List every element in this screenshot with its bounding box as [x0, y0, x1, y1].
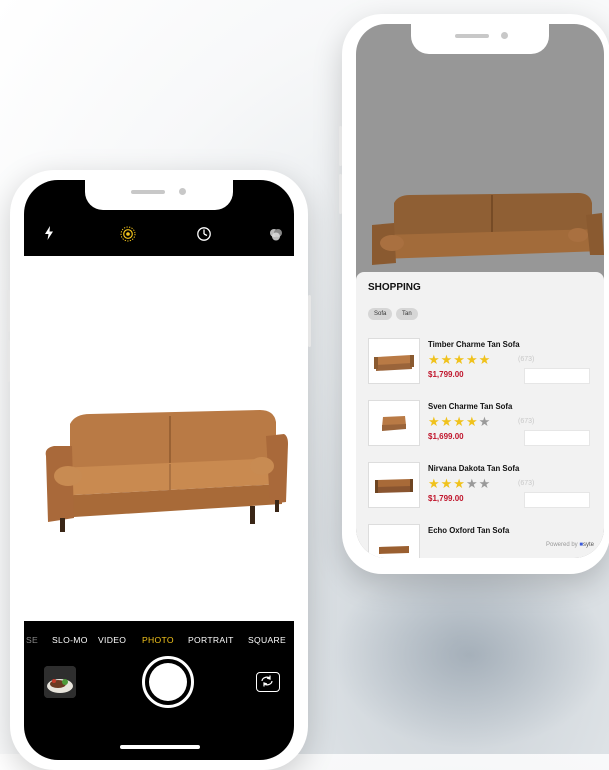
camera-phone: SE SLO-MO VIDEO PHOTO PORTRAIT SQUARE: [7, 170, 311, 770]
camera-mode-selector: SE SLO-MO VIDEO PHOTO PORTRAIT SQUARE: [24, 635, 294, 655]
filters-icon[interactable]: [268, 226, 284, 245]
camera-screen: SE SLO-MO VIDEO PHOTO PORTRAIT SQUARE: [24, 180, 294, 760]
product-price: $1,699.00: [428, 432, 464, 441]
product-thumbnail[interactable]: [368, 524, 420, 558]
product-item[interactable]: Timber Charme Tan Sofa ★★★★★ (673) $1,79…: [368, 338, 598, 390]
live-photo-icon[interactable]: [120, 226, 136, 245]
product-name[interactable]: Echo Oxford Tan Sofa: [428, 526, 509, 535]
rating-stars: ★★★★★: [428, 476, 492, 491]
product-thumbnail[interactable]: [368, 400, 420, 446]
product-name[interactable]: Timber Charme Tan Sofa: [428, 340, 520, 349]
camera-toolbar: [24, 214, 294, 256]
review-count: (673): [518, 480, 535, 487]
mode-item-active[interactable]: PHOTO: [142, 635, 174, 645]
shutter-button[interactable]: [142, 656, 194, 708]
flash-icon[interactable]: [44, 226, 54, 243]
shopping-phone: SHOPPING Sofa Tan Timber Charme Tan Sofa…: [339, 14, 609, 574]
phone-notch: [411, 24, 549, 54]
volume-button: [7, 340, 10, 382]
camera-viewfinder[interactable]: [24, 256, 294, 621]
product-item[interactable]: Echo Oxford Tan Sofa: [368, 524, 598, 558]
filter-chip[interactable]: Tan: [396, 308, 418, 320]
powered-by: Powered by ■syte: [546, 542, 594, 548]
speaker-grille: [131, 190, 165, 194]
mode-item[interactable]: SQUARE: [248, 635, 286, 645]
product-item[interactable]: Nirvana Dakota Tan Sofa ★★★★★ (673) $1,7…: [368, 462, 598, 514]
front-camera: [179, 188, 186, 195]
panel-title: SHOPPING: [368, 282, 421, 293]
brand-name: syte: [582, 542, 594, 548]
buy-button[interactable]: [524, 430, 590, 446]
buy-button[interactable]: [524, 492, 590, 508]
shopping-screen: SHOPPING Sofa Tan Timber Charme Tan Sofa…: [356, 24, 604, 558]
sofa-image: [45, 410, 288, 532]
volume-button: [7, 290, 10, 332]
product-name[interactable]: Nirvana Dakota Tan Sofa: [428, 464, 519, 473]
rating-stars: ★★★★★: [428, 352, 492, 367]
shutter-inner: [149, 663, 187, 701]
mode-item[interactable]: SE: [26, 635, 38, 645]
phone-notch: [85, 180, 233, 210]
product-item[interactable]: Sven Charme Tan Sofa ★★★★★ (673) $1,699.…: [368, 400, 598, 452]
last-photo-thumbnail[interactable]: [44, 666, 76, 698]
background-shadow: [330, 560, 609, 750]
home-indicator[interactable]: [120, 745, 200, 749]
mode-item[interactable]: VIDEO: [98, 635, 126, 645]
shopping-panel: SHOPPING Sofa Tan Timber Charme Tan Sofa…: [356, 272, 604, 558]
review-count: (673): [518, 418, 535, 425]
product-thumbnail[interactable]: [368, 338, 420, 384]
front-camera: [501, 32, 508, 39]
camera-flip-icon[interactable]: [256, 672, 280, 692]
volume-button: [339, 174, 342, 214]
review-count: (673): [518, 356, 535, 363]
volume-button: [339, 126, 342, 166]
buy-button[interactable]: [524, 368, 590, 384]
sofa-image: [372, 193, 604, 265]
power-button: [308, 295, 311, 347]
powered-by-label: Powered by: [546, 542, 578, 548]
product-thumbnail[interactable]: [368, 462, 420, 508]
speaker-grille: [455, 34, 489, 38]
product-price: $1,799.00: [428, 370, 464, 379]
mode-item[interactable]: SLO-MO: [52, 635, 88, 645]
mode-item[interactable]: PORTRAIT: [188, 635, 234, 645]
rating-stars: ★★★★★: [428, 414, 492, 429]
filter-chip[interactable]: Sofa: [368, 308, 393, 320]
product-price: $1,799.00: [428, 494, 464, 503]
timer-icon[interactable]: [196, 226, 212, 245]
product-name[interactable]: Sven Charme Tan Sofa: [428, 402, 512, 411]
